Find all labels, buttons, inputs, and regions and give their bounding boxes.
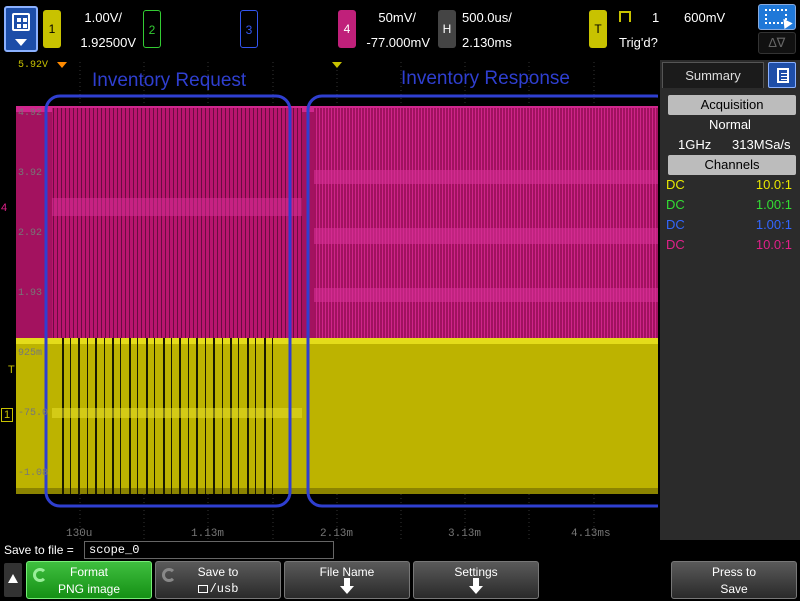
save-file-label: Save to file = [4, 543, 74, 557]
y-label: -75.0 [18, 408, 49, 419]
sample-rate: 313MSa/s [732, 137, 791, 152]
ch4-request-band [52, 198, 302, 216]
channel-3-badge[interactable]: 3 [240, 10, 258, 48]
x-label: 3.13m [448, 528, 482, 540]
softkey-label: Press to [711, 565, 756, 579]
channel-row: DC 1.00:1 [666, 197, 792, 215]
x-label: 2.13m [320, 528, 354, 540]
zoom-select-button[interactable] [758, 4, 796, 30]
marker-toggle-button[interactable]: ∆∇ [758, 32, 796, 54]
touch-controls: ∆∇ [758, 4, 796, 54]
trigger-level-marker[interactable]: T [8, 364, 15, 376]
trigger-source: 1 [652, 10, 660, 25]
acquisition-header: Acquisition [668, 95, 796, 115]
softkey-label: Settings [454, 565, 498, 579]
save-file-bar: Save to file = scope_0 [0, 540, 800, 560]
graticule-svg [16, 62, 658, 540]
arrow-up-icon [8, 574, 18, 583]
filename-field[interactable]: scope_0 [84, 541, 334, 559]
save-path: /usb [209, 582, 239, 596]
ch4-response-band-2 [314, 228, 658, 244]
softkey-bar: Format PNG image Save to /usb File Name … [0, 560, 800, 601]
channel-coupling: DC [666, 177, 685, 192]
y-label-top: 5.92V [18, 60, 49, 71]
time-reference-marker [57, 62, 67, 68]
time-delay: 2.130ms [462, 35, 512, 50]
channel-probe: 1.00:1 [755, 217, 792, 232]
softkey-value: PNG image [57, 582, 121, 596]
softkey-label: Format [69, 565, 108, 579]
ch1-offset: 1.92500V [80, 35, 136, 50]
file-name-softkey[interactable]: File Name [284, 561, 410, 599]
trigger-level: 600mV [684, 10, 726, 25]
horizontal-badge[interactable]: H [438, 10, 456, 48]
channel-row: DC 10.0:1 [666, 237, 792, 255]
x-label: 130u [66, 528, 93, 540]
format-softkey[interactable]: Format PNG image [26, 561, 152, 599]
channel-2-badge[interactable]: 2 [143, 10, 161, 48]
softkey-label: File Name [319, 565, 375, 579]
scope-screen: 1 1.00V/ 1.92500V 2 3 4 50mV/ -77.000mV … [0, 0, 800, 601]
inventory-request-label: Inventory Request [92, 70, 247, 91]
grid-icon [12, 13, 30, 31]
rising-edge-icon [619, 11, 631, 22]
channels-header: Channels [668, 155, 796, 175]
softkey-value: /usb [156, 582, 280, 596]
chevron-down-icon [15, 39, 27, 46]
arrow-down-icon [469, 578, 483, 594]
trigger-badge[interactable]: T [589, 10, 607, 48]
ch1-request-band [52, 408, 302, 418]
channel-coupling: DC [666, 197, 685, 212]
softkey-label: Save to [197, 565, 239, 579]
channel-4-badge[interactable]: 4 [338, 10, 356, 48]
trigger-position-marker [332, 62, 342, 68]
y-label: 1.93 [18, 288, 43, 299]
ch4-scale: 50mV/ [378, 10, 416, 25]
tab-summary[interactable]: Summary [662, 62, 764, 88]
summary-panel: Summary Acquisition Normal 1GHz 313MSa/s… [660, 60, 800, 540]
top-status-bar: 1 1.00V/ 1.92500V 2 3 4 50mV/ -77.000mV … [0, 0, 800, 58]
document-icon [777, 68, 789, 83]
channel-1-badge[interactable]: 1 [43, 10, 61, 48]
inventory-response-label: Inventory Response [401, 68, 570, 89]
timebase: 500.0us/ [462, 10, 512, 25]
y-label: 4.92 [18, 108, 43, 119]
channel-probe: 10.0:1 [755, 177, 792, 192]
waveform-display[interactable]: Inventory Request Inventory Response 5.9… [16, 60, 658, 540]
trigger-status: Trig'd? [619, 35, 658, 50]
channel-coupling: DC [666, 217, 685, 232]
ch4-request-burst [52, 108, 302, 352]
y-label: -1.08 [18, 468, 49, 479]
save-to-softkey[interactable]: Save to /usb [155, 561, 281, 599]
y-label: 3.92 [18, 168, 43, 179]
channel-row: DC 10.0:1 [666, 177, 792, 195]
press-to-save-softkey[interactable]: Press to Save [671, 561, 797, 599]
channel-probe: 1.00:1 [755, 197, 792, 212]
y-label: 925m [18, 348, 43, 359]
channel-row: DC 1.00:1 [666, 217, 792, 235]
y-label: 2.92 [18, 228, 43, 239]
ch4-ground-marker[interactable]: 4 [1, 202, 7, 214]
bandwidth: 1GHz [678, 137, 712, 152]
x-label: 4.13ms [571, 528, 611, 540]
ch1-scale: 1.00V/ [84, 10, 122, 25]
softkey-value: Save [720, 582, 748, 596]
ch4-response-band-3 [314, 288, 658, 302]
panel-menu-button[interactable] [768, 62, 796, 88]
arrow-down-icon [340, 578, 354, 594]
ch1-ground-marker[interactable]: 1 [1, 408, 14, 422]
softkey-back-button[interactable] [4, 563, 22, 597]
channel-coupling: DC [666, 237, 685, 252]
settings-softkey[interactable]: Settings [413, 561, 539, 599]
ch4-offset: -77.000mV [366, 35, 430, 50]
usb-drive-icon [197, 585, 208, 593]
main-menu-button[interactable] [4, 6, 38, 52]
channel-probe: 10.0:1 [755, 237, 792, 252]
x-label: 1.13m [191, 528, 225, 540]
ch4-response-band-1 [314, 170, 658, 184]
acquisition-mode: Normal [709, 117, 751, 132]
